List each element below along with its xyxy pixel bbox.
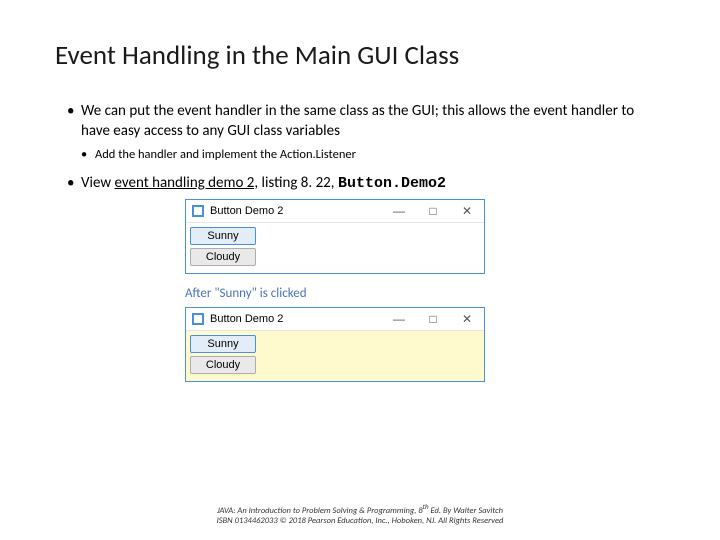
footer: JAVA: An Introduction to Problem Solving…	[0, 503, 720, 526]
sunny-button[interactable]: Sunny	[190, 227, 256, 245]
minimize-icon[interactable]: —	[382, 308, 416, 330]
maximize-icon[interactable]: □	[416, 200, 450, 222]
bullet-2-pre: View	[81, 174, 114, 192]
window-1-titlebar: Button Demo 2 — □ ✕	[186, 200, 484, 223]
minimize-icon[interactable]: —	[382, 200, 416, 222]
cloudy-button[interactable]: Cloudy	[190, 356, 256, 374]
close-icon[interactable]: ✕	[450, 308, 484, 330]
bullet-list: We can put the event handler in the same…	[55, 102, 665, 193]
window-2: Button Demo 2 — □ ✕ Sunny Cloudy	[185, 307, 485, 382]
window-2-body: Sunny Cloudy	[186, 331, 484, 381]
window-1-title: Button Demo 2	[210, 205, 283, 217]
footer-line2: ISBN 0134462033 © 2018 Pearson Education…	[217, 516, 504, 526]
window-2-titlebar: Button Demo 2 — □ ✕	[186, 308, 484, 331]
code-label: Button.Demo2	[338, 175, 446, 192]
java-icon	[192, 205, 204, 217]
footer-line1b: Ed. By Walter Savitch	[429, 506, 503, 516]
sunny-button[interactable]: Sunny	[190, 335, 256, 353]
bullet-1: We can put the event handler in the same…	[67, 102, 665, 141]
maximize-icon[interactable]: □	[416, 308, 450, 330]
demo-windows: Button Demo 2 — □ ✕ Sunny Cloudy After "…	[185, 199, 485, 382]
window-2-title: Button Demo 2	[210, 313, 283, 325]
footer-line1a: JAVA: An Introduction to Problem Solving…	[217, 506, 423, 516]
demo-link[interactable]: event handling demo 2,	[114, 174, 258, 192]
bullet-2: View event handling demo 2, listing 8. 2…	[67, 174, 665, 194]
cloudy-button[interactable]: Cloudy	[190, 248, 256, 266]
window-1-body: Sunny Cloudy	[186, 223, 484, 273]
bullet-2-mid: listing 8. 22,	[258, 174, 338, 192]
close-icon[interactable]: ✕	[450, 200, 484, 222]
slide-title: Event Handling in the Main GUI Class	[55, 40, 665, 72]
java-icon	[192, 313, 204, 325]
window-1: Button Demo 2 — □ ✕ Sunny Cloudy	[185, 199, 485, 274]
caption-label: After "Sunny" is clicked	[185, 286, 485, 301]
bullet-1-sub: Add the handler and implement the Action…	[67, 147, 665, 163]
